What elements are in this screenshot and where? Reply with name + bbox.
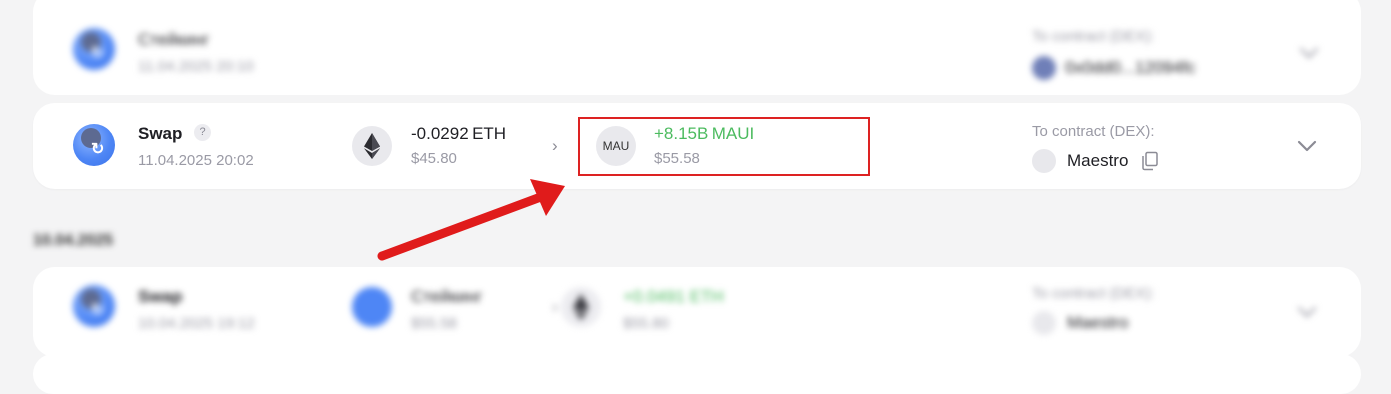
sent-amount: Стейкинг — [411, 287, 483, 306]
ethereum-icon — [352, 126, 392, 166]
sent-usd-value: $55.58 — [411, 315, 457, 332]
help-icon[interactable]: ? — [194, 124, 211, 141]
transaction-datetime: 11.04.2025 20:10 — [138, 58, 254, 75]
transaction-title: Swap — [138, 287, 183, 306]
to-contract-label: To contract (DEX): — [1032, 123, 1155, 140]
copy-icon[interactable] — [1141, 151, 1159, 171]
dex-name: Maestro — [1067, 313, 1129, 332]
transaction-card-previous[interactable]: ↻ Стейкинг 11.04.2025 20:10 To contract … — [33, 0, 1361, 95]
token-icon — [352, 287, 392, 327]
annotation-arrow-icon — [377, 179, 565, 261]
received-amount: +0.0491 ETH — [623, 287, 724, 306]
dex-logo — [1032, 149, 1056, 173]
transaction-title: Swap — [138, 124, 183, 143]
ethereum-icon — [561, 287, 601, 327]
transaction-title: Стейкинг — [138, 30, 210, 49]
transaction-card-next[interactable]: ↻ Swap 10.04.2025 19:12 Стейкинг $55.58 … — [33, 267, 1361, 357]
received-usd-value: $55.80 — [623, 315, 669, 332]
chevron-right-icon: › — [552, 136, 558, 155]
dex-logo — [1032, 311, 1056, 335]
to-contract-label: To contract (DEX): — [1032, 285, 1155, 302]
transaction-card-edge — [33, 354, 1361, 394]
sent-amount: -0.0292 ETH — [411, 124, 507, 143]
chevron-down-icon[interactable] — [1296, 139, 1318, 153]
to-contract-label: To contract (DEX): — [1032, 28, 1155, 45]
sent-usd-value: $45.80 — [411, 150, 457, 167]
chevron-down-icon[interactable] — [1296, 305, 1318, 319]
swap-transaction-icon: ↻ — [73, 124, 115, 166]
contract-address: 0x0dd0...12094fc — [1065, 58, 1196, 77]
highlight-box — [578, 117, 870, 176]
swap-transaction-icon: ↻ — [73, 285, 115, 327]
chevron-down-icon[interactable] — [1298, 46, 1320, 60]
day-header: 10.04.2025 — [33, 232, 114, 249]
dex-name: Maestro — [1067, 151, 1129, 170]
transaction-datetime: 10.04.2025 19:12 — [138, 315, 255, 332]
swap-transaction-icon: ↻ — [73, 28, 115, 70]
dex-logo — [1032, 56, 1056, 80]
chevron-right-icon: › — [552, 297, 558, 316]
transaction-datetime: 11.04.2025 20:02 — [138, 152, 254, 169]
